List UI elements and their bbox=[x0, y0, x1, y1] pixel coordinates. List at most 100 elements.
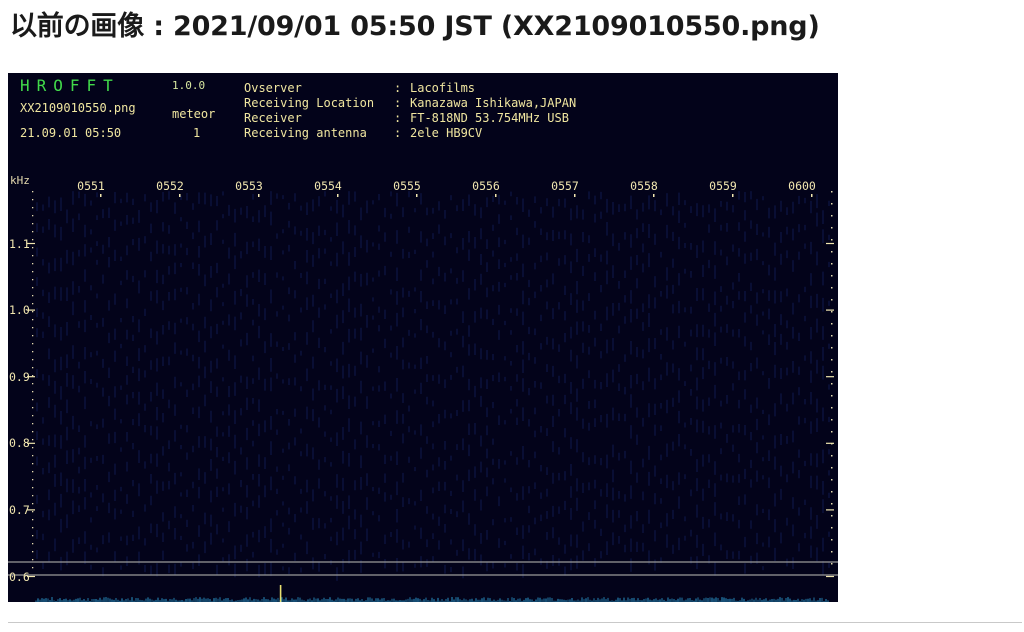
axis-dot bbox=[32, 415, 34, 417]
axis-dot bbox=[831, 371, 833, 373]
axis-dot bbox=[32, 295, 34, 297]
axis-dot bbox=[831, 263, 833, 265]
axis-dot bbox=[831, 203, 833, 205]
axis-dot bbox=[32, 359, 34, 361]
axis-dot bbox=[32, 343, 34, 345]
axis-dot bbox=[32, 551, 34, 553]
frequency-tick-label: 0.6 bbox=[9, 569, 30, 584]
axis-dot bbox=[32, 495, 34, 497]
axis-dot bbox=[831, 551, 833, 553]
axis-dot bbox=[32, 271, 34, 273]
axis-dot bbox=[831, 359, 833, 361]
time-tick-label: 0559 bbox=[709, 179, 737, 193]
axis-dot bbox=[32, 239, 34, 241]
axis-dot bbox=[32, 399, 34, 401]
time-tick-mark bbox=[100, 194, 102, 197]
time-tick-mark bbox=[337, 194, 339, 197]
axis-dot bbox=[831, 455, 833, 457]
frequency-tick-label: 0.8 bbox=[9, 436, 30, 451]
time-tick-label: 0600 bbox=[788, 179, 816, 193]
time-tick-label: 0555 bbox=[393, 179, 421, 193]
time-tick-mark bbox=[574, 194, 576, 197]
spectrogram-image: HROFFT 1.0.0 XX2109010550.png 21.09.01 0… bbox=[8, 73, 838, 602]
axis-dot bbox=[831, 395, 833, 397]
axis-dot bbox=[831, 431, 833, 433]
axis-dot bbox=[32, 511, 34, 513]
frequency-tick-label: 0.9 bbox=[9, 369, 30, 384]
time-tick-mark bbox=[811, 194, 813, 197]
axis-dot bbox=[32, 247, 34, 249]
axis-dot bbox=[32, 479, 34, 481]
time-tick-mark bbox=[179, 194, 181, 197]
axis-dot bbox=[32, 199, 34, 201]
axis-dot bbox=[32, 535, 34, 537]
axis-dot bbox=[831, 191, 833, 193]
axis-dot bbox=[32, 463, 34, 465]
axis-dot bbox=[32, 287, 34, 289]
axis-dot bbox=[32, 503, 34, 505]
axis-dot bbox=[32, 311, 34, 313]
axis-dot bbox=[831, 251, 833, 253]
axis-dot bbox=[32, 447, 34, 449]
axis-dot bbox=[831, 419, 833, 421]
frequency-tick-label: 1.0 bbox=[9, 303, 30, 318]
axis-dot bbox=[32, 439, 34, 441]
axis-dot bbox=[831, 287, 833, 289]
axis-dot bbox=[831, 503, 833, 505]
axis-dot bbox=[32, 207, 34, 209]
frequency-tick-label: 0.7 bbox=[9, 502, 30, 517]
axis-dot bbox=[32, 367, 34, 369]
axis-dot bbox=[831, 215, 833, 217]
axis-dot bbox=[32, 423, 34, 425]
axis-dot bbox=[32, 255, 34, 257]
spectrogram-plot bbox=[8, 191, 838, 602]
axis-dot bbox=[32, 471, 34, 473]
time-tick-mark bbox=[495, 194, 497, 197]
axis-dot bbox=[831, 323, 833, 325]
axis-dot bbox=[32, 431, 34, 433]
time-tick-label: 0551 bbox=[77, 179, 105, 193]
axis-dot bbox=[831, 479, 833, 481]
time-tick-label: 0553 bbox=[235, 179, 263, 193]
axis-dot bbox=[831, 515, 833, 517]
axis-dot bbox=[32, 263, 34, 265]
axis-dot bbox=[32, 543, 34, 545]
frequency-tick-label: 1.1 bbox=[9, 236, 30, 251]
axis-dot bbox=[831, 491, 833, 493]
axis-dot bbox=[831, 227, 833, 229]
axis-dot bbox=[831, 299, 833, 301]
axis-dot bbox=[32, 319, 34, 321]
axis-dot bbox=[32, 455, 34, 457]
axis-dot bbox=[831, 467, 833, 469]
axis-dot bbox=[831, 563, 833, 565]
axis-dot bbox=[831, 311, 833, 313]
axis-dot bbox=[32, 567, 34, 569]
axis-dot bbox=[32, 383, 34, 385]
axis-dot bbox=[32, 407, 34, 409]
axis-dot bbox=[32, 519, 34, 521]
axis-dot bbox=[32, 303, 34, 305]
axis-dot bbox=[32, 231, 34, 233]
axis-dot bbox=[831, 275, 833, 277]
time-tick-mark bbox=[258, 194, 260, 197]
axis-dot bbox=[831, 347, 833, 349]
divider bbox=[8, 622, 1022, 623]
time-tick-label: 0558 bbox=[630, 179, 658, 193]
axis-dot bbox=[32, 335, 34, 337]
time-tick-label: 0552 bbox=[156, 179, 184, 193]
axis-dot bbox=[831, 335, 833, 337]
axis-dot bbox=[32, 215, 34, 217]
axis-dot bbox=[831, 383, 833, 385]
time-tick-mark bbox=[416, 194, 418, 197]
axis-dot bbox=[32, 559, 34, 561]
time-tick-label: 0556 bbox=[472, 179, 500, 193]
axis-dot bbox=[32, 327, 34, 329]
page-title: 以前の画像 : 2021/09/01 05:50 JST (XX21090105… bbox=[10, 11, 820, 42]
axis-dot bbox=[32, 527, 34, 529]
time-tick-mark bbox=[732, 194, 734, 197]
axis-dot bbox=[32, 223, 34, 225]
axis-dot bbox=[32, 487, 34, 489]
time-tick-mark bbox=[653, 194, 655, 197]
time-tick-label: 0554 bbox=[314, 179, 342, 193]
axis-dot bbox=[831, 407, 833, 409]
